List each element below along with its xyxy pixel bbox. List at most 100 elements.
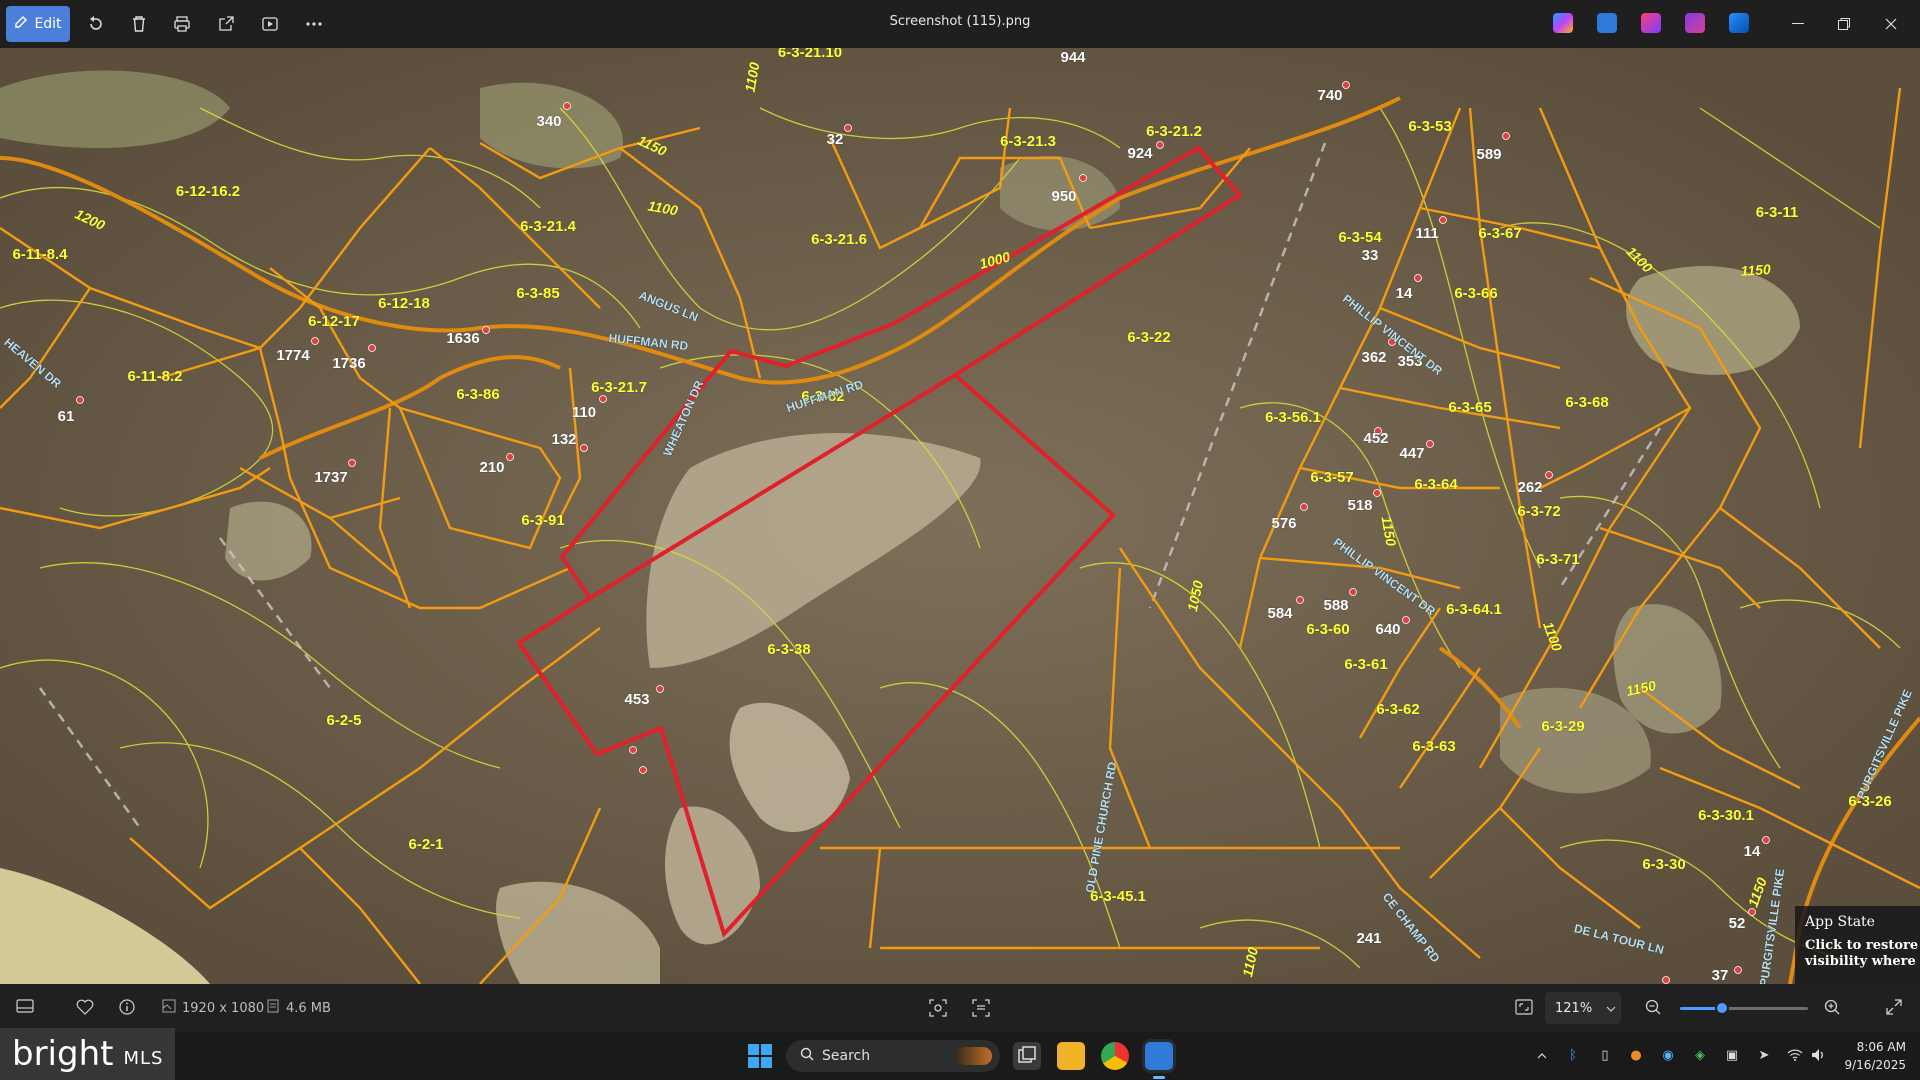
parcel-label: 6-2-5	[326, 712, 361, 729]
zoom-out-icon[interactable]	[1645, 999, 1661, 1015]
parcel-label: 453	[624, 691, 649, 708]
clipchamp-icon[interactable]	[1641, 13, 1661, 33]
window-title: Screenshot (115).png	[889, 14, 1031, 29]
search-placeholder: Search	[822, 1048, 871, 1064]
text-extract-icon[interactable]	[972, 999, 990, 1017]
parcel-label: 340	[536, 113, 561, 130]
fullscreen-icon[interactable]	[1886, 999, 1902, 1015]
parcel-label: 262	[1517, 479, 1542, 496]
zoom-value: 121%	[1555, 1000, 1593, 1016]
status-bar: 1920 x 1080 4.6 MB 121%	[0, 984, 1920, 1032]
parcel-label: 6-3-21.6	[811, 231, 867, 248]
taskbar-search[interactable]: Search	[786, 1040, 1000, 1072]
file-explorer-icon[interactable]	[1057, 1042, 1085, 1070]
app-state-title: App State	[1805, 914, 1875, 930]
parcel-label: 6-3-21.3	[1000, 133, 1056, 150]
minimize-button[interactable]	[1775, 6, 1821, 42]
copilot-icon[interactable]	[1553, 13, 1573, 33]
parcel-label: 132	[551, 431, 576, 448]
file-size: 4.6 MB	[286, 1000, 331, 1016]
app-state-tooltip[interactable]: App State Click to restore the visibilit…	[1795, 906, 1920, 984]
parcel-label: 6-3-30.1	[1698, 807, 1754, 824]
volume-icon[interactable]	[1811, 1047, 1827, 1063]
restore-button[interactable]	[1821, 6, 1867, 42]
parcel-label: 6-12-16.2	[176, 183, 240, 200]
parcel-label: 6-3-63	[1412, 738, 1455, 755]
parcel-label: 950	[1051, 188, 1076, 205]
parcel-label: 588	[1323, 597, 1348, 614]
app-state-line-1: Click to restore the	[1805, 938, 1920, 953]
wifi-icon[interactable]	[1787, 1047, 1803, 1063]
parcel-label: 924	[1127, 145, 1153, 162]
slideshow-icon[interactable]	[252, 6, 288, 42]
parcel-label: 944	[1060, 49, 1086, 66]
windows-start-icon[interactable]	[746, 1042, 774, 1070]
parcel-label: 210	[479, 459, 504, 476]
parcel-label: 640	[1375, 621, 1400, 638]
zoom-in-icon[interactable]	[1824, 999, 1840, 1015]
search-highlight-icon	[956, 1047, 992, 1065]
photos-app-icon[interactable]	[1145, 1042, 1173, 1070]
parcel-label: 6-3-66	[1454, 285, 1497, 302]
designer-icon[interactable]	[1597, 13, 1617, 33]
parcel-label: 61	[58, 408, 75, 425]
title-bar: Edit Screenshot (115).png	[0, 0, 1920, 48]
parcel-label: 1736	[332, 355, 365, 372]
parcel-label: 6-3-85	[516, 285, 559, 302]
parcel-label: 589	[1476, 146, 1501, 163]
parcel-label: 584	[1267, 605, 1293, 622]
parcel-label: 14	[1744, 843, 1761, 860]
print-icon[interactable]	[164, 6, 200, 42]
parcel-label: 14	[1396, 285, 1413, 302]
edit-button[interactable]: Edit	[6, 6, 70, 42]
app-tray-icon[interactable]: ●	[1628, 1047, 1644, 1063]
zoom-slider[interactable]	[1680, 1001, 1808, 1015]
meet-icon[interactable]: ▣	[1724, 1047, 1740, 1063]
more-options-icon[interactable]	[296, 6, 332, 42]
chrome-icon[interactable]	[1101, 1042, 1129, 1070]
parcel-label: 6-3-65	[1448, 399, 1491, 416]
system-clock[interactable]: 8:06 AM 9/16/2025	[1844, 1038, 1906, 1074]
fit-to-window-icon[interactable]	[1515, 999, 1533, 1015]
location-icon[interactable]: ➤	[1756, 1047, 1772, 1063]
brand-suffix: MLS	[123, 1047, 164, 1069]
delete-icon[interactable]	[121, 6, 157, 42]
sync-icon[interactable]: ◉	[1660, 1047, 1676, 1063]
zoom-slider-thumb[interactable]	[1715, 1001, 1730, 1015]
parcel-label: 452	[1363, 430, 1388, 447]
parcel-label: 6-3-86	[456, 386, 499, 403]
security-icon[interactable]: ◈	[1692, 1047, 1708, 1063]
bluetooth-icon[interactable]: ᛒ	[1565, 1047, 1581, 1063]
rotate-icon[interactable]	[78, 6, 114, 42]
parcel-label: 33	[1362, 247, 1379, 264]
parcel-label: 518	[1347, 497, 1372, 514]
usb-icon[interactable]: ▯	[1597, 1047, 1613, 1063]
contour-label: 1150	[1740, 261, 1771, 279]
parcel-label: 6-3-21.4	[520, 218, 577, 235]
search-icon	[800, 1047, 814, 1065]
image-viewer[interactable]: 6-3-21.10 944 740 6-3-53 340 32 6-3-21.3…	[0, 48, 1920, 984]
parcel-label: 6-3-62	[1376, 701, 1419, 718]
parcel-label: 6-3-11	[1756, 204, 1799, 221]
onedrive-icon[interactable]	[1729, 13, 1749, 33]
task-view-icon[interactable]	[1013, 1042, 1041, 1070]
parcel-label: 6-3-53	[1408, 118, 1451, 135]
filmstrip-icon[interactable]	[16, 999, 34, 1013]
chevron-up-icon[interactable]	[1534, 1048, 1550, 1064]
close-button[interactable]	[1868, 6, 1914, 42]
parcel-label: 740	[1317, 87, 1342, 104]
parcel-label: 6-3-72	[1517, 503, 1560, 520]
photo-app-icon[interactable]	[1685, 13, 1705, 33]
visual-search-icon[interactable]	[929, 999, 947, 1017]
share-icon[interactable]	[208, 6, 244, 42]
parcel-label: 6-12-17	[308, 313, 360, 330]
parcel-label: 6-3-54	[1338, 229, 1382, 246]
parcel-label: 52	[1729, 915, 1746, 932]
parcel-label: 6-3-57	[1310, 469, 1353, 486]
parcel-label: 110	[572, 404, 596, 421]
info-icon[interactable]	[119, 999, 135, 1015]
favorite-icon[interactable]	[76, 999, 94, 1015]
zoom-dropdown[interactable]: 121%	[1545, 992, 1621, 1024]
parcel-label: 241	[1356, 930, 1381, 947]
parcel-label: 6-3-71	[1536, 551, 1579, 568]
